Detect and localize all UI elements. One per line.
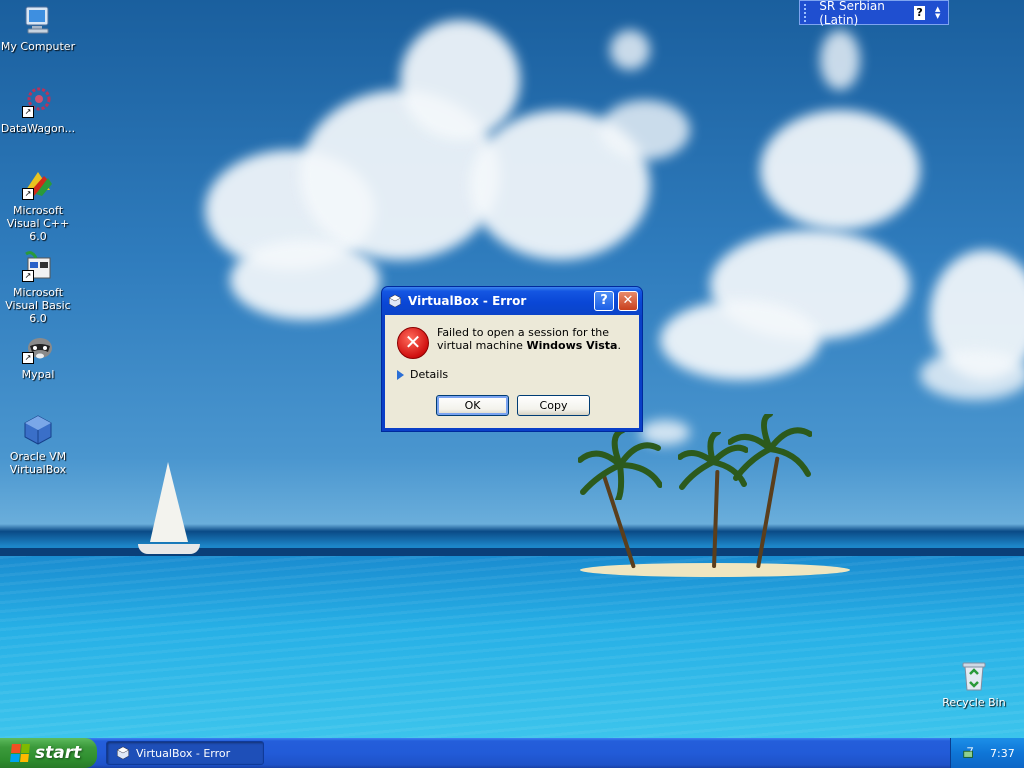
cloud	[230, 240, 380, 320]
visual-cpp-icon: ↗	[22, 168, 54, 200]
desktop-icon-virtualbox[interactable]: Oracle VM VirtualBox	[0, 414, 76, 476]
sailboat-sail	[150, 462, 188, 542]
desktop-icon-label: My Computer	[0, 40, 76, 53]
desktop-icon-label: Recycle Bin	[942, 696, 1006, 709]
details-label: Details	[410, 368, 449, 381]
language-bar-help-icon[interactable]: ?	[913, 5, 926, 20]
datawagon-icon: ↗	[22, 86, 54, 118]
mypal-raccoon-icon: ↗	[22, 332, 54, 364]
shortcut-arrow-icon: ↗	[22, 352, 34, 364]
visual-basic-icon: ↗	[22, 250, 54, 282]
cloud	[400, 20, 520, 140]
palm-fronds	[578, 430, 662, 500]
palm-fronds	[728, 414, 812, 481]
desktop-icon-label: DataWagon...	[0, 122, 76, 135]
start-button[interactable]: start	[0, 738, 97, 768]
taskbar-item-label: VirtualBox - Error	[136, 746, 231, 760]
language-bar[interactable]: SR Serbian (Latin) ? ▲ ▼	[799, 0, 949, 27]
language-bar-options-icon[interactable]: ▲ ▼	[933, 5, 942, 20]
desktop-icon-recycle-bin[interactable]: Recycle Bin	[936, 660, 1012, 709]
ok-button[interactable]: OK	[436, 395, 509, 416]
copy-button[interactable]: Copy	[517, 395, 590, 416]
desktop-icon-mypal[interactable]: ↗ Mypal	[0, 332, 76, 381]
cloud	[820, 30, 860, 90]
language-indicator[interactable]: SR Serbian (Latin)	[819, 0, 914, 27]
dialog-body: ✕ Failed to open a session for the virtu…	[385, 315, 639, 428]
details-toggle[interactable]: Details	[397, 368, 448, 381]
recycle-bin-icon	[958, 660, 990, 692]
sailboat-hull	[138, 544, 200, 554]
error-icon: ✕	[397, 327, 429, 359]
shortcut-arrow-icon: ↗	[22, 270, 34, 282]
cloud	[760, 110, 920, 230]
desktop-icon-my-computer[interactable]: My Computer	[0, 4, 76, 53]
sea	[0, 556, 1024, 738]
desktop-icon-datawagon[interactable]: ↗ DataWagon...	[0, 86, 76, 135]
help-button[interactable]: ?	[594, 291, 614, 311]
taskbar: start VirtualBox - Error 7:37	[0, 738, 1024, 768]
taskbar-item-virtualbox-error[interactable]: VirtualBox - Error	[106, 741, 264, 765]
cloud	[660, 300, 820, 380]
error-message: Failed to open a session for the virtual…	[437, 326, 637, 352]
cloud	[600, 100, 690, 160]
desktop-icon-visual-cpp[interactable]: ↗ Microsoft Visual C++ 6.0	[0, 168, 76, 243]
dialog-title: VirtualBox - Error	[408, 294, 527, 308]
expand-triangle-icon	[397, 369, 404, 380]
my-computer-icon	[22, 4, 54, 36]
desktop-icon-label: Microsoft Visual Basic 6.0	[5, 286, 71, 325]
shortcut-arrow-icon: ↗	[22, 106, 34, 118]
cloud	[610, 30, 650, 70]
windows-logo-icon	[10, 744, 30, 762]
virtualbox-icon	[388, 294, 402, 308]
clock[interactable]: 7:37	[990, 747, 1015, 760]
shortcut-arrow-icon: ↗	[22, 188, 34, 200]
cloud	[920, 350, 1024, 400]
dialog-title-bar[interactable]: VirtualBox - Error ? ✕	[382, 287, 642, 315]
desktop-icon-visual-basic[interactable]: ↗ Microsoft Visual Basic 6.0	[0, 250, 76, 325]
desktop-icon-label: Oracle VM VirtualBox	[9, 450, 67, 476]
safely-remove-hardware-icon[interactable]	[962, 746, 976, 760]
error-dialog: VirtualBox - Error ? ✕ ✕ Failed to open …	[381, 286, 643, 432]
virtualbox-icon	[22, 414, 54, 446]
desktop-icon-label: Microsoft Visual C++ 6.0	[6, 204, 70, 243]
language-bar-grip[interactable]	[804, 3, 811, 22]
system-tray: 7:37	[950, 738, 1024, 768]
virtualbox-icon	[116, 746, 130, 760]
close-button[interactable]: ✕	[618, 291, 638, 311]
start-label: start	[35, 743, 82, 763]
message-suffix: .	[617, 339, 621, 352]
vm-name: Windows Vista	[526, 339, 618, 352]
desktop-icon-label: Mypal	[21, 368, 55, 381]
